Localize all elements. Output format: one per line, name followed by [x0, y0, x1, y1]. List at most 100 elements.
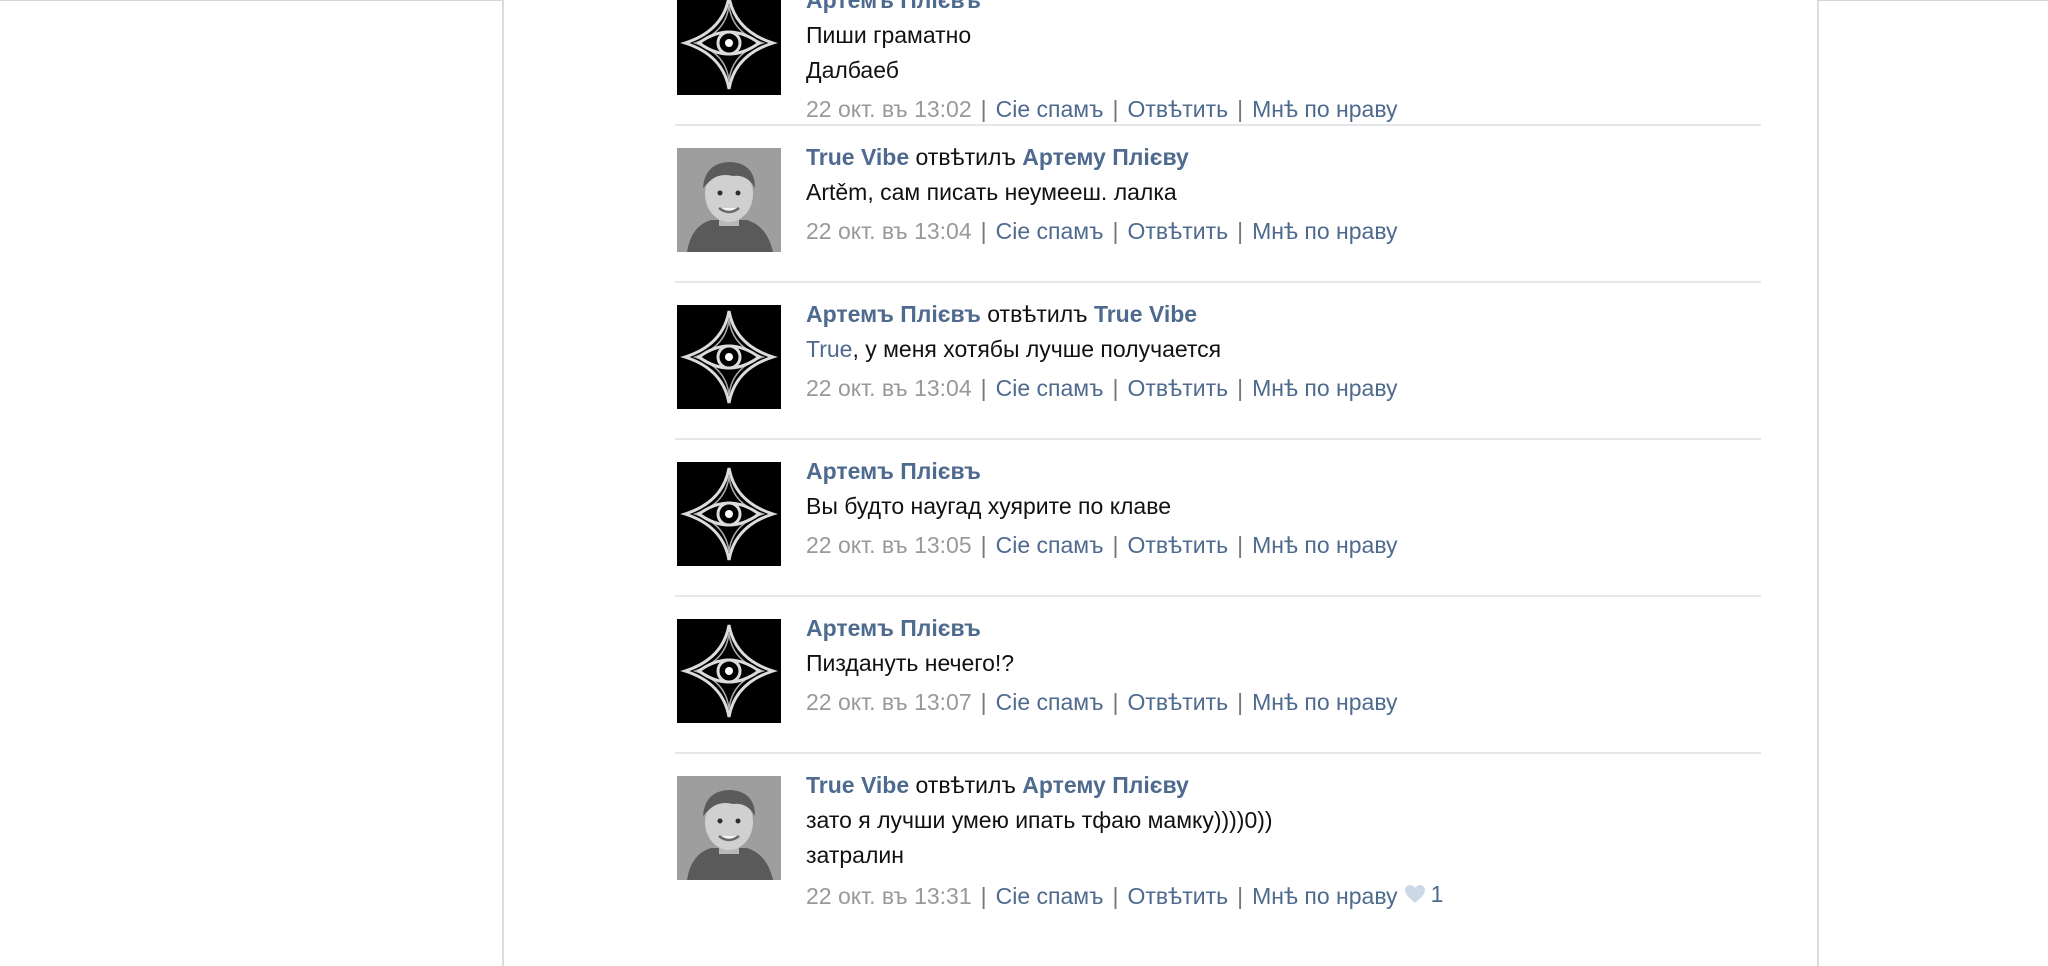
separator: | — [1112, 883, 1119, 909]
author-link[interactable]: Артемъ Плієвъ — [806, 301, 981, 327]
comment-body: Артемъ Плієвъ Пиздануть нечего!? 22 окт.… — [806, 613, 1746, 717]
comment-header: Артемъ Плієвъ — [806, 456, 1746, 486]
heart-icon — [1404, 885, 1425, 903]
comment-header: Артемъ Плієвъ — [806, 613, 1746, 643]
reply-target-link[interactable]: Артему Плієву — [1022, 772, 1189, 798]
separator: | — [1237, 883, 1244, 909]
spam-button[interactable]: Сіе спамъ — [996, 532, 1104, 558]
separator: | — [1237, 96, 1244, 122]
comment-header: Артемъ Плієвъ отвѣтилъ True Vibe — [806, 299, 1746, 329]
comment-meta: 22 окт. въ 13:05 | Сіе спамъ | Отвѣтить | Мнѣ … — [806, 530, 1746, 560]
comment-text: зато я лучши умею ипать тфаю мамку))))0)… — [806, 803, 1746, 873]
separator: | — [1237, 218, 1244, 244]
comment-line: зато я лучши умею ипать тфаю мамку))))0)… — [806, 807, 1273, 833]
comment-meta: 22 окт. въ 13:31 | Сіе спамъ | Отвѣтить | Мнѣ … — [806, 879, 1746, 911]
comment-line: Пиздануть нечего!? — [806, 650, 1015, 676]
replied-label: отвѣтилъ — [915, 772, 1016, 798]
comment-timestamp[interactable]: 22 окт. въ 13:02 — [806, 96, 972, 122]
comment-timestamp[interactable]: 22 окт. въ 13:07 — [806, 689, 972, 715]
comment-line-rest: , у меня хотябы лучше получается — [852, 336, 1222, 362]
avatar-star-emblem-icon[interactable] — [677, 619, 781, 723]
like-count: 1 — [1430, 881, 1444, 907]
separator: | — [980, 96, 987, 122]
like-button[interactable]: Мнѣ по нраву — [1252, 532, 1397, 558]
spam-button[interactable]: Сіе спамъ — [996, 218, 1104, 244]
like-button[interactable]: Мнѣ по нраву — [1252, 96, 1397, 122]
spam-button[interactable]: Сіе спамъ — [996, 883, 1104, 909]
comment-item: Артемъ Плієвъ отвѣтилъ True Vibe True, у… — [675, 281, 1761, 440]
like-button[interactable]: Мнѣ по нраву — [1252, 375, 1397, 401]
avatar-user-photo[interactable] — [677, 776, 781, 880]
avatar-star-emblem-icon[interactable] — [677, 0, 781, 95]
mention-link[interactable]: True — [806, 336, 852, 362]
comment-body: Артемъ Плієвъ отвѣтилъ True Vibe True, у… — [806, 299, 1746, 403]
comment-item: Артемъ Плієвъ Пиздануть нечего!? 22 окт.… — [675, 595, 1761, 754]
comment-header: True Vibe отвѣтилъ Артему Плієву — [806, 142, 1746, 172]
comment-body: Артемъ Плієвъ Вы будто наугад хуярите по… — [806, 456, 1746, 560]
author-link[interactable]: Артемъ Плієвъ — [806, 0, 981, 13]
separator: | — [1112, 375, 1119, 401]
comment-text: Artěm, сам писать неумееш. лалка — [806, 175, 1746, 210]
separator: | — [980, 689, 987, 715]
comment-line: True, у меня хотябы лучше получается — [806, 332, 1746, 367]
comment-meta: 22 окт. въ 13:04 | Сіе спамъ | Отвѣтить | Мнѣ … — [806, 216, 1746, 246]
separator: | — [980, 532, 987, 558]
reply-button[interactable]: Отвѣтить — [1127, 689, 1228, 715]
separator: | — [1237, 375, 1244, 401]
reply-target-link[interactable]: True Vibe — [1094, 301, 1197, 327]
comment-timestamp[interactable]: 22 окт. въ 13:04 — [806, 218, 972, 244]
author-link[interactable]: Артемъ Плієвъ — [806, 615, 981, 641]
reply-target-link[interactable]: Артему Плієву — [1022, 144, 1189, 170]
author-link[interactable]: Артемъ Плієвъ — [806, 458, 981, 484]
replied-label: отвѣтилъ — [915, 144, 1016, 170]
comment-body: True Vibe отвѣтилъ Артему Плієву зато я … — [806, 770, 1746, 911]
comment-item: True Vibe отвѣтилъ Артему Плієву Artěm, … — [675, 124, 1761, 283]
comment-line: Artěm, сам писать неумееш. лалка — [806, 179, 1177, 205]
reply-button[interactable]: Отвѣтить — [1127, 96, 1228, 122]
comment-header: Артемъ Плієвъ — [806, 0, 1746, 15]
spam-button[interactable]: Сіе спамъ — [996, 689, 1104, 715]
reply-button[interactable]: Отвѣтить — [1127, 532, 1228, 558]
comment-timestamp[interactable]: 22 окт. въ 13:05 — [806, 532, 972, 558]
separator: | — [980, 375, 987, 401]
avatar-star-emblem-icon[interactable] — [677, 305, 781, 409]
comment-text: True, у меня хотябы лучше получается — [806, 332, 1746, 367]
separator: | — [1112, 218, 1119, 244]
separator: | — [980, 883, 987, 909]
separator: | — [1237, 532, 1244, 558]
avatar-user-photo[interactable] — [677, 148, 781, 252]
like-button[interactable]: Мнѣ по нраву — [1252, 218, 1397, 244]
replied-label: отвѣтилъ — [987, 301, 1088, 327]
comment-text: Пиздануть нечего!? — [806, 646, 1746, 681]
comment-line: Далбаеб — [806, 57, 899, 83]
like-counter[interactable]: 1 — [1404, 879, 1444, 909]
separator: | — [1112, 532, 1119, 558]
comment-item: Артемъ Плієвъ Вы будто наугад хуярите по… — [675, 438, 1761, 597]
separator: | — [1237, 689, 1244, 715]
comment-timestamp[interactable]: 22 окт. въ 13:31 — [806, 883, 972, 909]
author-link[interactable]: True Vibe — [806, 772, 909, 798]
comment-body: True Vibe отвѣтилъ Артему Плієву Artěm, … — [806, 142, 1746, 246]
author-link[interactable]: True Vibe — [806, 144, 909, 170]
comment-text: Вы будто наугад хуярите по клаве — [806, 489, 1746, 524]
like-button[interactable]: Мнѣ по нраву — [1252, 883, 1397, 909]
spam-button[interactable]: Сіе спамъ — [996, 375, 1104, 401]
reply-button[interactable]: Отвѣтить — [1127, 218, 1228, 244]
avatar-star-emblem-icon[interactable] — [677, 462, 781, 566]
comment-item: Артемъ Плієвъ Пиши граматно Далбаеб 22 о… — [675, 0, 1761, 126]
comment-timestamp[interactable]: 22 окт. въ 13:04 — [806, 375, 972, 401]
comment-meta: 22 окт. въ 13:07 | Сіе спамъ | Отвѣтить | Мнѣ … — [806, 687, 1746, 717]
comment-text: Пиши граматно Далбаеб — [806, 18, 1746, 88]
comment-item: True Vibe отвѣтилъ Артему Плієву зато я … — [675, 752, 1761, 909]
comment-header: True Vibe отвѣтилъ Артему Плієву — [806, 770, 1746, 800]
separator: | — [1112, 689, 1119, 715]
reply-button[interactable]: Отвѣтить — [1127, 883, 1228, 909]
separator: | — [1112, 96, 1119, 122]
comment-meta: 22 окт. въ 13:04 | Сіе спамъ | Отвѣтить | Мнѣ … — [806, 373, 1746, 403]
separator: | — [980, 218, 987, 244]
reply-button[interactable]: Отвѣтить — [1127, 375, 1228, 401]
comment-line: затралин — [806, 842, 904, 868]
like-button[interactable]: Мнѣ по нраву — [1252, 689, 1397, 715]
comment-line: Пиши граматно — [806, 22, 972, 48]
spam-button[interactable]: Сіе спамъ — [996, 96, 1104, 122]
